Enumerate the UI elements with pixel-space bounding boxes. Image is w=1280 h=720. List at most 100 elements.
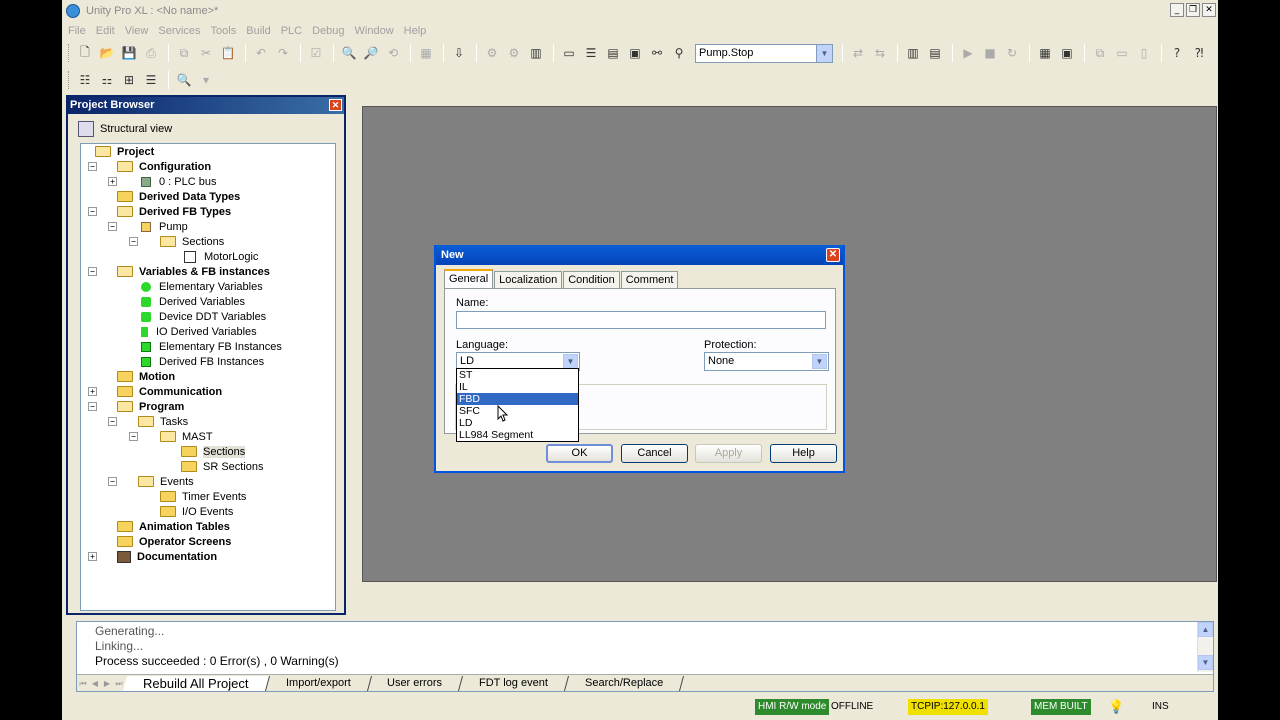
collapse-icon[interactable]: −	[108, 477, 117, 486]
tree-node-project[interactable]: Project	[95, 144, 154, 159]
menu-file[interactable]: File	[68, 22, 86, 40]
tree-node-configuration[interactable]: Configuration	[117, 159, 211, 174]
tab-search-replace[interactable]: Search/Replace	[565, 675, 685, 691]
monitor-icon[interactable]: ▣	[1057, 43, 1077, 63]
tab-comment[interactable]: Comment	[620, 271, 679, 288]
tab-import-export[interactable]: Import/export	[265, 675, 372, 691]
language-option-ld[interactable]: LD	[457, 417, 578, 429]
print-icon[interactable]: ⎙	[141, 43, 161, 63]
tree-node-motion[interactable]: Motion	[117, 369, 175, 384]
structural-view-header[interactable]: Structural view	[74, 117, 336, 141]
connect-icon[interactable]: ⇄	[848, 43, 868, 63]
tree-node-derived-fb[interactable]: Derived FB Instances	[138, 354, 264, 369]
tree-node-mast[interactable]: MAST	[160, 429, 213, 444]
download-icon[interactable]: ▥	[903, 43, 923, 63]
language-option-st[interactable]: ST	[457, 369, 578, 381]
tree-node-documentation[interactable]: Documentation	[117, 549, 217, 564]
collapse-icon[interactable]: −	[88, 162, 97, 171]
tile-vertical-icon[interactable]: ▯	[1134, 43, 1154, 63]
tree-node-elementary-fb[interactable]: Elementary FB Instances	[138, 339, 282, 354]
config-icon[interactable]: ▥	[526, 43, 546, 63]
tree-node-elementary-variables[interactable]: Elementary Variables	[138, 279, 263, 294]
tree-node-mast-sections[interactable]: Sections	[181, 444, 246, 459]
zoom-icon[interactable]: 🔍	[174, 70, 194, 90]
tab-condition[interactable]: Condition	[563, 271, 620, 288]
output-grip[interactable]	[66, 621, 76, 692]
tree-node-events[interactable]: Events	[138, 474, 194, 489]
validate-icon[interactable]: ☑	[306, 43, 326, 63]
zoom-dropdown-icon[interactable]: ▾	[196, 70, 216, 90]
restore-button[interactable]: ❐	[1186, 3, 1200, 17]
scroll-down-icon[interactable]: ▼	[1198, 655, 1213, 670]
expand-icon[interactable]: +	[108, 177, 117, 186]
expand-icon[interactable]: +	[88, 387, 97, 396]
grid-icon[interactable]: ⊞	[119, 70, 139, 90]
redo-icon[interactable]: ↷	[273, 43, 293, 63]
collapse-icon[interactable]: −	[88, 402, 97, 411]
language-option-fbd[interactable]: FBD	[457, 393, 578, 405]
output-scrollbar[interactable]: ▲ ▼	[1197, 622, 1213, 672]
cascade-icon[interactable]: ⧉	[1090, 43, 1110, 63]
paste-icon[interactable]: 📋	[218, 43, 238, 63]
tree-node-animation-tables[interactable]: Animation Tables	[117, 519, 230, 534]
menu-view[interactable]: View	[125, 22, 149, 40]
tab-rebuild-all-project[interactable]: Rebuild All Project	[122, 675, 270, 691]
tree-node-derived-data-types[interactable]: Derived Data Types	[117, 189, 240, 204]
collapse-icon[interactable]: −	[129, 432, 138, 441]
collapse-icon[interactable]: −	[129, 237, 138, 246]
tree-node-sr-sections[interactable]: SR Sections	[181, 459, 264, 474]
find-icon[interactable]: 🔍	[339, 43, 359, 63]
tree-node-derived-variables[interactable]: Derived Variables	[138, 294, 245, 309]
prev-tab-icon[interactable]: ◀	[89, 677, 101, 690]
tree-node-operator-screens[interactable]: Operator Screens	[117, 534, 231, 549]
tree-node-program[interactable]: Program	[117, 399, 184, 414]
rebuild-icon[interactable]: ⚙	[504, 43, 524, 63]
help-icon[interactable]: ?	[1167, 43, 1187, 63]
tree-node-plc-bus[interactable]: 0 : PLC bus	[138, 174, 216, 189]
tab-user-errors[interactable]: User errors	[367, 675, 464, 691]
menu-services[interactable]: Services	[158, 22, 200, 40]
analyze-icon[interactable]: ▦	[416, 43, 436, 63]
upload-icon[interactable]: ▤	[925, 43, 945, 63]
run-icon[interactable]: ▶	[958, 43, 978, 63]
language-option-il[interactable]: IL	[457, 381, 578, 393]
table-icon[interactable]: ▤	[603, 43, 623, 63]
cut-icon[interactable]: ✂	[196, 43, 216, 63]
copy-icon[interactable]: ⧉	[174, 43, 194, 63]
tree-node-io-derived[interactable]: IO Derived Variables	[138, 324, 257, 339]
undo-icon[interactable]: ↶	[251, 43, 271, 63]
build-icon[interactable]: ⚙	[482, 43, 502, 63]
menu-window[interactable]: Window	[355, 22, 394, 40]
expand-icon[interactable]: +	[88, 552, 97, 561]
collapse-icon[interactable]: −	[108, 417, 117, 426]
tree-node-tasks[interactable]: Tasks	[138, 414, 188, 429]
stop-icon[interactable]: ■	[980, 43, 1000, 63]
help-button[interactable]: Help	[770, 444, 837, 463]
new-icon[interactable]: 🗋	[75, 43, 95, 63]
apply-button[interactable]: Apply	[695, 444, 762, 463]
open-icon[interactable]: 📂	[97, 43, 117, 63]
tree-icon[interactable]: ☰	[581, 43, 601, 63]
language-option-ll984[interactable]: LL984 Segment	[457, 429, 578, 441]
hierarchy-icon[interactable]: ⚏	[97, 70, 117, 90]
binoculars-icon[interactable]: ⚲	[669, 43, 689, 63]
tree-node-pump[interactable]: Pump	[138, 219, 188, 234]
init-icon[interactable]: ↻	[1002, 43, 1022, 63]
tree-node-timer-events[interactable]: Timer Events	[160, 489, 246, 504]
replace-icon[interactable]: ⟲	[383, 43, 403, 63]
menu-edit[interactable]: Edit	[96, 22, 115, 40]
project-browser-icon[interactable]: ☷	[75, 70, 95, 90]
tree-node-communication[interactable]: Communication	[117, 384, 222, 399]
menu-plc[interactable]: PLC	[281, 22, 302, 40]
name-field[interactable]	[456, 311, 826, 329]
list-icon[interactable]: ☰	[141, 70, 161, 90]
tree-node-variables[interactable]: Variables & FB instances	[117, 264, 270, 279]
chevron-down-icon[interactable]: ▼	[816, 44, 832, 62]
protection-select[interactable]: None ▼	[704, 352, 829, 371]
tree-node-motorlogic[interactable]: MotorLogic	[181, 249, 258, 264]
window-icon[interactable]: ▭	[559, 43, 579, 63]
chevron-down-icon[interactable]: ▼	[812, 354, 827, 369]
save-icon[interactable]: 💾	[119, 43, 139, 63]
tile-horizontal-icon[interactable]: ▭	[1112, 43, 1132, 63]
menu-help[interactable]: Help	[404, 22, 427, 40]
